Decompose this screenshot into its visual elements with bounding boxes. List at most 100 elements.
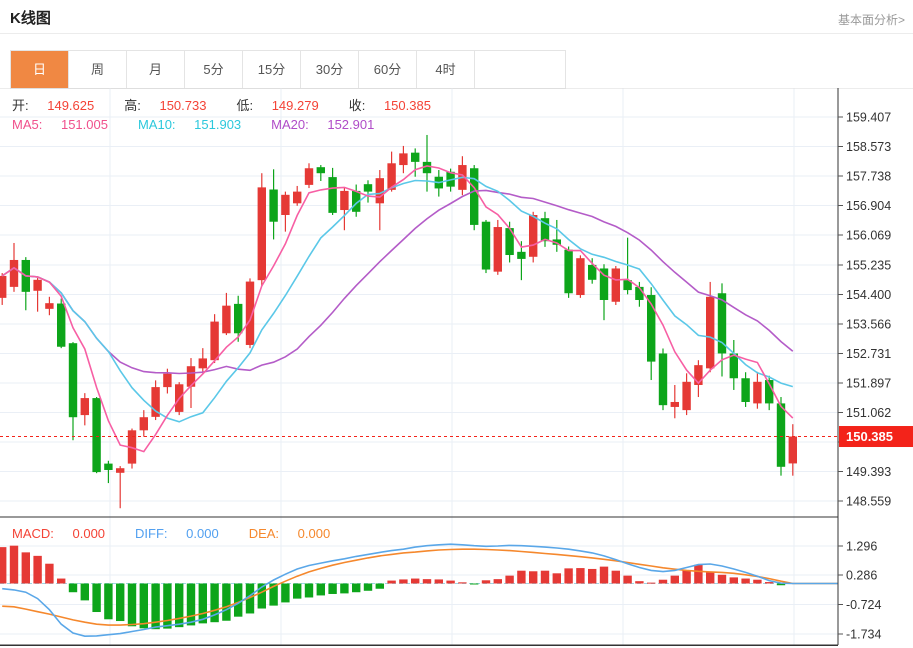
tab-日[interactable]: 日 [11, 51, 69, 88]
candle-body [257, 187, 266, 281]
macd-bar [399, 579, 408, 584]
macd-bar [57, 578, 66, 584]
axis-tick-label: 152.731 [846, 347, 891, 361]
macd-item: MACD: 0.000 [12, 526, 106, 541]
macd-bar [588, 568, 597, 584]
candle-body [57, 303, 66, 347]
interval-tabs: 日周月 5分 15分 30分 60分 4时 [10, 50, 566, 89]
axis-tick-label: 158.573 [846, 140, 891, 154]
fundamental-analysis-link[interactable]: 基本面分析> [838, 11, 905, 28]
tab-30分[interactable]: 30分 [301, 51, 359, 88]
axis-tick-label: 154.400 [846, 288, 891, 302]
macd-bar [552, 573, 561, 584]
candle-body [80, 398, 89, 416]
candle-body [139, 417, 148, 431]
tab-周[interactable]: 周 [69, 51, 127, 88]
macd-bar [304, 583, 314, 598]
candle-body [198, 358, 207, 369]
macd-bar [717, 574, 727, 584]
macd-bar [422, 579, 432, 584]
tab-5分[interactable]: 5分 [185, 51, 243, 88]
candle-body [0, 275, 7, 298]
axis-tick-label: 156.904 [846, 199, 891, 213]
macd-bar [706, 572, 715, 584]
macd-bar [540, 570, 550, 584]
page-title: K线图 [10, 10, 51, 27]
candle-body [281, 194, 290, 215]
tab-15分[interactable]: 15分 [243, 51, 301, 88]
candle-body [564, 249, 573, 294]
tab-4时[interactable]: 4时 [417, 51, 475, 88]
candle-body [68, 343, 78, 418]
candle-body [741, 378, 750, 402]
candle-body [670, 401, 679, 407]
macd-bar [470, 583, 479, 585]
macd-bar [411, 578, 420, 584]
diff-line [2, 543, 838, 638]
macd-bar [281, 583, 290, 603]
macd-bar [741, 578, 750, 584]
candle-body [611, 268, 620, 302]
candle-body [163, 373, 172, 388]
macd-bar [694, 564, 703, 584]
candle-body [753, 381, 762, 404]
tab-strip-spacer [475, 51, 565, 88]
macd-bar [387, 580, 396, 584]
axis-tick-label: 0.286 [846, 569, 877, 583]
dea-line [2, 548, 838, 626]
macd-bar [647, 582, 656, 584]
macd-bar [375, 583, 384, 589]
macd-bar [729, 577, 738, 584]
ohlc-item: 开: 149.625 [12, 98, 95, 113]
candle-body [788, 436, 797, 464]
macd-bar [576, 568, 585, 584]
ohlc-item: 低: 149.279 [236, 98, 319, 113]
candle-body [481, 221, 491, 270]
candle-body [210, 321, 219, 361]
ma-item: MA20: 152.901 [271, 117, 375, 132]
macd-bar [234, 583, 243, 617]
axis-tick-label: 1.296 [846, 539, 877, 553]
macd-bar [599, 566, 609, 584]
tab-月[interactable]: 月 [127, 51, 185, 88]
ma-item: MA5: 151.005 [12, 117, 108, 132]
macd-bar [139, 583, 148, 629]
macd-bar [352, 583, 361, 593]
ma-legend: MA5: 151.005 MA10: 151.903 MA20: 152.901 [12, 117, 404, 132]
axis-tick-label: 153.566 [846, 317, 891, 331]
ma20-line [1, 189, 794, 375]
candle-body [328, 177, 337, 213]
macd-bar [92, 583, 101, 613]
macd-bar [363, 583, 373, 591]
candle-body [45, 303, 54, 309]
candle-body [363, 184, 373, 192]
macd-bar [68, 583, 78, 593]
candle-body [776, 403, 786, 467]
ohlc-legend: 开: 149.625 高: 150.733 低: 149.279 收: 150.385 [12, 95, 461, 114]
macd-bar [446, 580, 455, 584]
tab-60分[interactable]: 60分 [359, 51, 417, 88]
chart-canvas[interactable]: 159.407 158.573 157.738 156.904 156.069 155.2… [0, 88, 913, 648]
macd-bar [80, 583, 89, 601]
macd-bar [517, 570, 526, 584]
ma-item: MA10: 151.903 [137, 117, 242, 132]
candle-body [293, 191, 302, 204]
candle-body [316, 167, 325, 174]
macd-bar [33, 555, 42, 584]
candle-body [375, 178, 384, 204]
macd-bar [175, 583, 184, 628]
macd-bar [45, 563, 54, 584]
candle-body [682, 381, 691, 411]
macd-legend: MACD: 0.000 DIFF: 0.000 DEA: 0.000 [12, 526, 360, 541]
axis-tick-label: 159.407 [846, 111, 891, 125]
axis-tick-label: 151.062 [846, 406, 891, 420]
macd-bar [316, 583, 325, 596]
macd-bar [529, 571, 538, 584]
macd-bar [116, 583, 125, 622]
axis-tick-label: -1.734 [846, 627, 881, 641]
candle-body [340, 190, 349, 211]
macd-bar [658, 579, 668, 584]
axis-tick-label: 155.235 [846, 258, 891, 272]
candle-body [399, 153, 408, 166]
macd-bar [127, 583, 137, 627]
